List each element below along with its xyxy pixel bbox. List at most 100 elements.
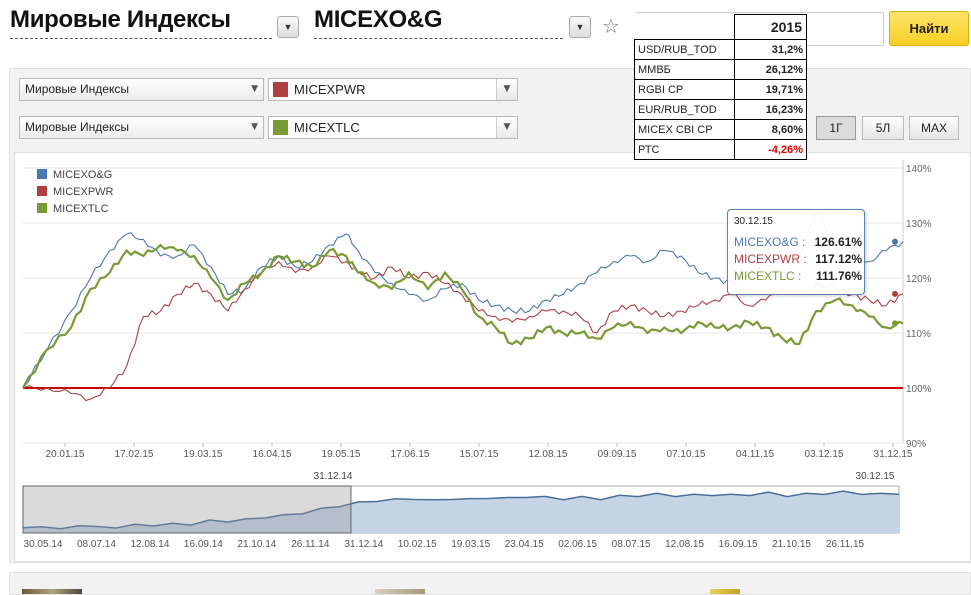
instrument-title[interactable]: MICEXO&G bbox=[314, 6, 443, 34]
returns-value: 8,60% bbox=[734, 119, 807, 140]
navigator-x-tick-label: 12.08.14 bbox=[130, 539, 169, 550]
news-thumbnail[interactable] bbox=[710, 589, 740, 594]
series-end-marker bbox=[892, 238, 898, 245]
y-tick-label: 130% bbox=[906, 219, 932, 230]
x-tick-label: 31.12.15 bbox=[874, 449, 913, 460]
navigator-x-tick-label: 10.02.15 bbox=[398, 539, 437, 550]
y-tick-label: 110% bbox=[906, 329, 931, 340]
navigator-x-tick-label: 08.07.15 bbox=[612, 539, 651, 550]
tooltip-value: 126.61% bbox=[814, 235, 862, 249]
returns-value: 19,71% bbox=[734, 79, 807, 100]
navigator-x-tick-label: 08.07.14 bbox=[77, 539, 116, 550]
period-button-5y[interactable]: 5Л bbox=[862, 116, 904, 140]
x-tick-label: 15.07.15 bbox=[460, 449, 499, 460]
navigator-unselected-region bbox=[22, 485, 352, 534]
compare-category-label-2: Мировые Индексы bbox=[25, 120, 129, 134]
navigator-x-tick-label: 26.11.14 bbox=[291, 539, 330, 550]
navigator-x-tick-label: 12.08.15 bbox=[665, 539, 704, 550]
returns-label: ММВБ bbox=[634, 59, 735, 80]
compare-symbol-select-1[interactable]: MICEXPWR ▼ bbox=[268, 78, 518, 101]
tooltip-label: MICEXTLC : bbox=[734, 269, 802, 283]
legend-label: MICEXTLC bbox=[53, 203, 109, 215]
period-button-1y[interactable]: 1Г bbox=[816, 116, 856, 140]
returns-value: 26,12% bbox=[734, 59, 807, 80]
navigator-x-tick-label: 19.03.15 bbox=[451, 539, 490, 550]
period-button-max[interactable]: MAX bbox=[909, 116, 959, 140]
navigator-x-tick-label: 21.10.15 bbox=[772, 539, 811, 550]
series-end-marker bbox=[892, 320, 898, 327]
returns-label: RGBI CP bbox=[634, 79, 735, 100]
chart-tooltip: 30.12.15 MICEXO&G : 126.61% MICEXPWR : 1… bbox=[727, 209, 865, 295]
returns-label: MICEX CBI CP bbox=[634, 119, 735, 140]
navigator-x-tick-label: 16.09.15 bbox=[719, 539, 758, 550]
y-tick-label: 100% bbox=[906, 384, 932, 395]
x-tick-label: 20.01.15 bbox=[46, 449, 85, 460]
table-row: РТС -4,26% bbox=[634, 139, 807, 160]
legend-swatch bbox=[37, 186, 47, 196]
navigator-end-label: 30.12.15 bbox=[856, 471, 895, 482]
returns-value: 31,2% bbox=[734, 39, 807, 60]
returns-label: EUR/RUB_TOD bbox=[634, 99, 735, 120]
navigator-x-tick-label: 30.05.14 bbox=[24, 539, 63, 550]
tooltip-label: MICEXPWR : bbox=[734, 252, 807, 266]
navigator-x-tick-label: 23.04.15 bbox=[505, 539, 544, 550]
table-row: EUR/RUB_TOD 16,23% bbox=[634, 99, 807, 120]
chevron-down-icon[interactable]: ▼ bbox=[496, 79, 517, 100]
navigator-x-tick-label: 16.09.14 bbox=[184, 539, 223, 550]
navigator-x-tick-label: 02.06.15 bbox=[558, 539, 597, 550]
legend-swatch bbox=[37, 169, 47, 179]
favorite-star-icon[interactable]: ☆ bbox=[602, 14, 620, 38]
compare-category-select-1[interactable]: Мировые Индексы ▼ bbox=[19, 78, 264, 101]
tooltip-row-oil-gas: MICEXO&G : 126.61% bbox=[734, 235, 862, 249]
x-tick-label: 17.02.15 bbox=[115, 449, 154, 460]
news-strip bbox=[9, 572, 971, 595]
table-row: MICEX CBI CP 8,60% bbox=[634, 119, 807, 140]
instrument-dropdown-button[interactable]: ▼ bbox=[569, 16, 591, 38]
news-thumbnail[interactable] bbox=[375, 589, 425, 594]
table-row: USD/RUB_TOD 31,2% bbox=[634, 39, 807, 60]
series-end-marker bbox=[892, 290, 898, 297]
table-row: RGBI CP 19,71% bbox=[634, 79, 807, 100]
returns-year-header: 2015 bbox=[734, 14, 807, 40]
compare-category-label-1: Мировые Индексы bbox=[25, 82, 129, 96]
returns-label: РТС bbox=[634, 139, 735, 160]
x-tick-label: 07.10.15 bbox=[667, 449, 706, 460]
returns-table: 2015 USD/RUB_TOD 31,2% ММВБ 26,12% RGBI … bbox=[634, 14, 807, 160]
table-row: ММВБ 26,12% bbox=[634, 59, 807, 80]
series-color-swatch-2 bbox=[273, 120, 288, 135]
tooltip-value: 111.76% bbox=[815, 269, 862, 283]
category-dropdown-button[interactable]: ▼ bbox=[277, 16, 299, 38]
compare-symbol-label-1: MICEXPWR bbox=[294, 82, 366, 97]
instrument-underline bbox=[314, 38, 563, 39]
returns-label: USD/RUB_TOD bbox=[634, 39, 735, 60]
navigator-start-label: 31.12.14 bbox=[314, 471, 353, 482]
x-tick-label: 17.06.15 bbox=[391, 449, 430, 460]
compare-category-select-2[interactable]: Мировые Индексы ▼ bbox=[19, 116, 264, 139]
chevron-down-icon[interactable]: ▼ bbox=[496, 117, 517, 138]
y-tick-label: 140% bbox=[906, 164, 932, 175]
tooltip-row-power: MICEXPWR : 117.12% bbox=[734, 252, 862, 266]
compare-symbol-select-2[interactable]: MICEXTLC ▼ bbox=[268, 116, 518, 139]
chevron-down-icon: ▼ bbox=[251, 122, 258, 132]
series-color-swatch-1 bbox=[273, 82, 288, 97]
tooltip-row-telecom: MICEXTLC : 111.76% bbox=[734, 269, 862, 283]
returns-value: 16,23% bbox=[734, 99, 807, 120]
y-tick-label: 120% bbox=[906, 274, 932, 285]
x-tick-label: 09.09.15 bbox=[598, 449, 637, 460]
returns-value: -4,26% bbox=[734, 139, 807, 160]
x-tick-label: 03.12.15 bbox=[805, 449, 844, 460]
x-tick-label: 04.11.15 bbox=[736, 449, 775, 460]
search-button[interactable]: Найти bbox=[889, 11, 969, 46]
x-tick-label: 19.05.15 bbox=[322, 449, 361, 460]
category-underline bbox=[10, 38, 272, 39]
compare-symbol-label-2: MICEXTLC bbox=[294, 120, 360, 135]
tooltip-value: 117.12% bbox=[815, 252, 862, 266]
x-tick-label: 16.04.15 bbox=[253, 449, 292, 460]
navigator-x-tick-label: 31.12.14 bbox=[344, 539, 383, 550]
legend-label: MICEXPWR bbox=[53, 186, 114, 198]
legend-label: MICEXO&G bbox=[53, 169, 112, 181]
legend-swatch bbox=[37, 203, 47, 213]
category-title[interactable]: Мировые Индексы bbox=[10, 6, 231, 34]
x-tick-label: 12.08.15 bbox=[529, 449, 568, 460]
news-thumbnail[interactable] bbox=[22, 589, 82, 594]
